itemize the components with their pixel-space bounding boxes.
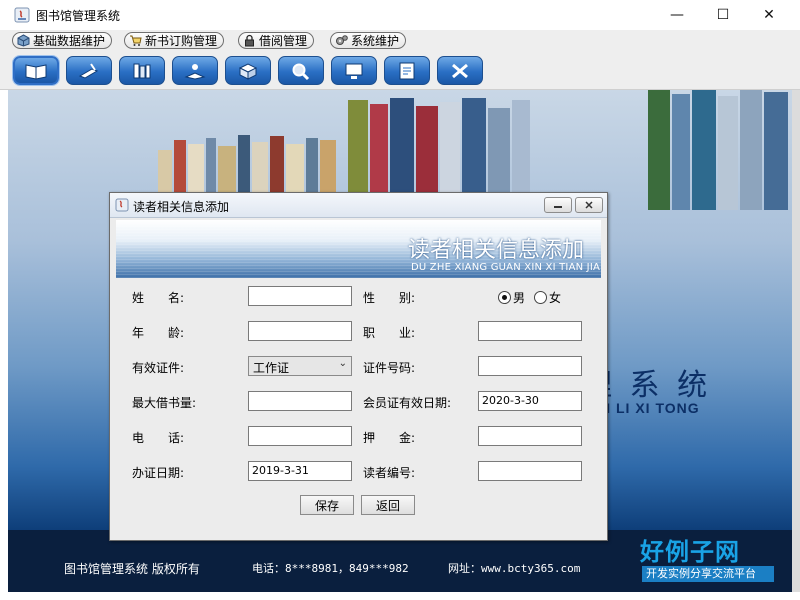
dialog-minimize-button[interactable] bbox=[544, 197, 572, 213]
radio-unselected-icon bbox=[534, 291, 547, 304]
label-reader-no: 读者编号: bbox=[363, 466, 416, 480]
brand-subtitle: N LI XI TONG bbox=[600, 400, 700, 416]
close-icon bbox=[585, 201, 593, 209]
label-gender: 性 别: bbox=[363, 291, 416, 305]
issue-date-field[interactable]: 2019-3-31 bbox=[248, 461, 352, 481]
save-button[interactable]: 保存 bbox=[300, 495, 354, 515]
java-app-icon bbox=[14, 7, 30, 23]
label-id-number: 证件号码: bbox=[363, 361, 416, 375]
gender-male-radio[interactable]: 男 bbox=[498, 289, 525, 306]
minimize-icon bbox=[554, 206, 562, 208]
reader-no-field[interactable] bbox=[478, 461, 582, 481]
window-title: 图书馆管理系统 bbox=[36, 9, 121, 23]
back-button[interactable]: 返回 bbox=[361, 495, 415, 515]
chevron-down-icon: ⌄ bbox=[338, 358, 347, 369]
id-number-field[interactable] bbox=[478, 356, 582, 376]
footer-website: 网址：www.bcty365.com bbox=[448, 562, 581, 575]
toolbar-open-book-button[interactable] bbox=[12, 55, 60, 86]
card-expiry-field[interactable]: 2020-3-30 bbox=[478, 391, 582, 411]
toolbar-reader-button[interactable] bbox=[172, 56, 218, 85]
dialog-title-bar: 读者相关信息添加 bbox=[110, 193, 607, 218]
search-icon bbox=[292, 63, 310, 80]
label-deposit: 押 金: bbox=[363, 431, 416, 445]
box-icon bbox=[238, 62, 258, 80]
reader-icon bbox=[184, 63, 206, 80]
toolbar-books-button[interactable] bbox=[119, 56, 165, 85]
watermark-tagline: 开发实例分享交流平台 bbox=[642, 566, 774, 582]
label-phone: 电 话: bbox=[132, 431, 185, 445]
toolbar-search-button[interactable] bbox=[278, 56, 324, 85]
radio-selected-icon bbox=[498, 291, 511, 304]
dialog-close-button[interactable] bbox=[575, 197, 603, 213]
close-button[interactable]: ✕ bbox=[746, 0, 792, 30]
exit-icon bbox=[452, 63, 468, 78]
label-job: 职 业: bbox=[363, 326, 416, 340]
menu-borrow-management[interactable]: 借阅管理 bbox=[238, 32, 315, 49]
footer-copyright: 图书馆管理系统 版权所有 bbox=[64, 562, 200, 576]
gender-female-radio[interactable]: 女 bbox=[534, 289, 561, 306]
toolbar-form-button[interactable] bbox=[384, 56, 430, 85]
toolbar-pen-button[interactable] bbox=[66, 56, 112, 85]
banner-title: 读者相关信息添加 bbox=[408, 238, 585, 263]
label-age: 年 龄: bbox=[132, 326, 185, 340]
right-edge-strip bbox=[792, 90, 800, 592]
label-card-expiry: 会员证有效日期: bbox=[363, 396, 452, 410]
footer-phone: 电话：8***8981，849***982 bbox=[252, 562, 409, 575]
cube-icon bbox=[17, 34, 30, 47]
label-issue-date: 办证日期: bbox=[132, 466, 185, 480]
menu-new-book-order[interactable]: 新书订购管理 bbox=[124, 32, 225, 49]
toolbar-box-button[interactable] bbox=[225, 56, 271, 85]
toolbar-computer-button[interactable] bbox=[331, 56, 377, 85]
dialog-banner: 读者相关信息添加 DU ZHE XIANG GUAN XIN XI TIAN J… bbox=[116, 220, 601, 278]
gears-icon bbox=[336, 35, 348, 45]
open-book-icon bbox=[25, 63, 47, 80]
form-icon bbox=[399, 62, 415, 79]
phone-field[interactable] bbox=[248, 426, 352, 446]
watermark-logo: 好例子网 bbox=[640, 538, 740, 566]
job-field[interactable] bbox=[478, 321, 582, 341]
minimize-button[interactable]: — bbox=[654, 0, 700, 30]
lock-icon bbox=[245, 34, 254, 47]
label-max-borrow: 最大借书量: bbox=[132, 396, 197, 410]
books-icon bbox=[133, 63, 151, 78]
label-name: 姓 名: bbox=[132, 291, 185, 305]
age-field[interactable] bbox=[248, 321, 352, 341]
banner-subtitle: DU ZHE XIANG GUAN XIN XI TIAN JIA bbox=[411, 262, 601, 273]
computer-icon bbox=[345, 63, 363, 79]
max-borrow-field[interactable] bbox=[248, 391, 352, 411]
toolbar-exit-button[interactable] bbox=[437, 56, 483, 85]
java-app-icon bbox=[115, 198, 129, 212]
pen-icon bbox=[78, 62, 99, 79]
toolbar bbox=[0, 52, 800, 90]
main-title-bar: 图书馆管理系统 — ☐ ✕ bbox=[0, 0, 800, 30]
label-id-type: 有效证件: bbox=[132, 361, 185, 375]
dialog-title: 读者相关信息添加 bbox=[133, 200, 230, 214]
menu-bar: 基础数据维护 新书订购管理 借阅管理 系统维护 bbox=[0, 30, 800, 52]
menu-basic-data[interactable]: 基础数据维护 bbox=[12, 32, 113, 49]
reader-add-dialog: 读者相关信息添加 读者相关信息添加 DU ZHE XIANG GUAN XIN … bbox=[109, 192, 608, 541]
menu-system-maintenance[interactable]: 系统维护 bbox=[330, 32, 407, 49]
cart-icon bbox=[130, 35, 142, 46]
name-field[interactable] bbox=[248, 286, 352, 306]
maximize-button[interactable]: ☐ bbox=[700, 0, 746, 30]
id-type-select[interactable]: 工作证 ⌄ bbox=[248, 356, 352, 376]
deposit-field[interactable] bbox=[478, 426, 582, 446]
